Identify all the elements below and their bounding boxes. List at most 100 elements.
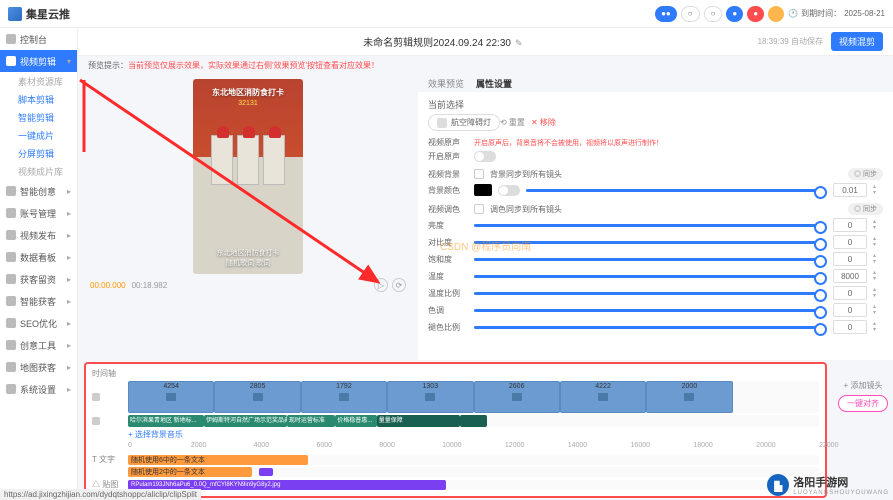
document-title[interactable]: 未命名剪辑规则2024.09.24 22:30✎ xyxy=(136,34,750,49)
slider-label-3: 温度 xyxy=(428,271,468,282)
slider-3[interactable] xyxy=(474,275,827,278)
video-clip-5[interactable]: 4222 xyxy=(560,381,646,413)
slider-4[interactable] xyxy=(474,292,827,295)
sidebar-item-9[interactable]: 地图获客▸ xyxy=(0,356,77,378)
slider-5[interactable] xyxy=(474,309,827,312)
slider-val-3[interactable]: 8000 xyxy=(833,269,867,283)
sidebar-item-4[interactable]: 数据看板▸ xyxy=(0,246,77,268)
mix-video-button[interactable]: 视频混剪 xyxy=(831,32,883,51)
stepper-6[interactable]: ▴▾ xyxy=(873,321,883,333)
sidebar-item-6[interactable]: 智能获客▸ xyxy=(0,290,77,312)
stepper-1[interactable]: ▴▾ xyxy=(873,236,883,248)
adj-sync-check[interactable] xyxy=(474,204,484,214)
remove-button[interactable]: ✕ 移除 xyxy=(531,118,556,127)
top-pill-4[interactable]: ● xyxy=(726,6,743,22)
slider-val-1[interactable]: 0 xyxy=(833,235,867,249)
selected-chip[interactable]: 航空障碍灯 xyxy=(428,114,500,131)
slider-val-6[interactable]: 0 xyxy=(833,320,867,334)
reset-button[interactable]: ⟲ 重置 xyxy=(500,118,525,127)
slider-val-4[interactable]: 0 xyxy=(833,286,867,300)
sidebar-console[interactable]: 控制台 xyxy=(0,28,77,50)
stepper-5[interactable]: ▴▾ xyxy=(873,304,883,316)
tab-properties[interactable]: 属性设置 xyxy=(476,77,512,90)
sticker-small[interactable] xyxy=(259,468,273,476)
sidebar-item-1[interactable]: 智能创意▸ xyxy=(0,180,77,202)
audio-clip-5[interactable] xyxy=(460,415,488,427)
sync-button-2[interactable]: ◎ 同步 xyxy=(848,203,883,215)
stepper-4[interactable]: ▴▾ xyxy=(873,287,883,299)
sidebar-item-video-edit[interactable]: 视频剪辑▾ xyxy=(0,50,77,72)
audio-clip-3[interactable]: 价格稳普惠... xyxy=(335,415,376,427)
sidebar-sub-split[interactable]: 分屏剪辑 xyxy=(0,144,77,162)
slider-6[interactable] xyxy=(474,326,827,329)
sidebar-item-10[interactable]: 系统设置▸ xyxy=(0,378,77,400)
video-track[interactable]: 4254280517921303260642222000 xyxy=(128,381,819,413)
bg-sync-check[interactable] xyxy=(474,169,484,179)
folder-icon xyxy=(684,393,694,401)
text-clip-2[interactable]: 随机使用2中的一条文本 xyxy=(128,467,252,477)
stepper-0[interactable]: ▴▾ xyxy=(873,219,883,231)
text-clip-1[interactable]: 随机使用6中的一条文本 xyxy=(128,455,308,465)
stepper-3[interactable]: ▴▾ xyxy=(873,270,883,282)
video-sub: 32131 xyxy=(238,100,257,107)
sticker-clip[interactable]: RPulam193JNh6aPu6_0.0Q_mfCYl8KYN9in9yG8y… xyxy=(128,480,446,490)
tab-preview[interactable]: 效果预览 xyxy=(428,77,464,90)
video-clip-2[interactable]: 1792 xyxy=(301,381,387,413)
video-caption: 东北地区消防食打卡随机歌词 歌词 xyxy=(193,248,303,268)
sticker-track[interactable]: RPulam193JNh6aPu6_0.0Q_mfCYl8KYN9in9yG8y… xyxy=(128,480,819,490)
play-button[interactable]: ▷ xyxy=(374,278,388,292)
track-label-text: T 文字 xyxy=(92,454,124,465)
top-pill-3[interactable]: ○ xyxy=(704,6,723,22)
align-button[interactable]: 一键对齐 xyxy=(838,395,888,412)
audio-track-icon xyxy=(92,417,100,425)
video-preview[interactable]: 东北地区消防食打卡 32131 东北地区消防食打卡随机歌词 歌词 xyxy=(193,79,303,274)
audio-track[interactable]: 哈尔滨果青地区 新地标...伊姆斯特河自然广场示范奖品典...现时运营标准价格稳… xyxy=(128,415,819,427)
top-pill-2[interactable]: ○ xyxy=(681,6,700,22)
audio-clip-1[interactable]: 伊姆斯特河自然广场示范奖品典... xyxy=(204,415,287,427)
sidebar-item-5[interactable]: 获客留资▸ xyxy=(0,268,77,290)
slider-val-2[interactable]: 0 xyxy=(833,252,867,266)
add-music-button[interactable]: + 选择背景音乐 xyxy=(128,429,819,440)
watermark-logo-icon xyxy=(767,474,789,496)
video-clip-4[interactable]: 2606 xyxy=(474,381,560,413)
sidebar-sub-oneclick[interactable]: 一键成片 xyxy=(0,126,77,144)
sidebar-item-8[interactable]: 创意工具▸ xyxy=(0,334,77,356)
audio-clip-0[interactable]: 哈尔滨果青地区 新地标... xyxy=(128,415,204,427)
slider-label-4: 温度比例 xyxy=(428,288,468,299)
bg-color-swatch[interactable] xyxy=(474,184,492,196)
sidebar-item-3[interactable]: 视频发布▸ xyxy=(0,224,77,246)
avatar[interactable] xyxy=(768,6,784,22)
edit-icon[interactable]: ✎ xyxy=(515,38,523,48)
bg-toggle[interactable] xyxy=(498,185,520,196)
top-pill-notif[interactable]: ● xyxy=(747,6,764,22)
sidebar-sub-script[interactable]: 脚本剪辑 xyxy=(0,90,77,108)
slider-2[interactable] xyxy=(474,258,827,261)
slider-val-0[interactable]: 0 xyxy=(833,218,867,232)
top-pill-1[interactable]: ●● xyxy=(655,6,677,22)
opacity-value[interactable]: 0.01 xyxy=(833,183,867,197)
sound-toggle[interactable] xyxy=(474,151,496,162)
sidebar-sub-smart[interactable]: 智能剪辑 xyxy=(0,108,77,126)
sync-button-1[interactable]: ◎ 同步 xyxy=(848,168,883,180)
slider-val-5[interactable]: 0 xyxy=(833,303,867,317)
video-clip-3[interactable]: 1303 xyxy=(387,381,473,413)
sidebar-item-7[interactable]: SEO优化▸ xyxy=(0,312,77,334)
sidebar-item-2[interactable]: 账号管理▸ xyxy=(0,202,77,224)
loop-button[interactable]: ⟳ xyxy=(392,278,406,292)
opacity-slider[interactable] xyxy=(526,189,827,192)
audio-clip-4[interactable]: 量量保障 xyxy=(377,415,460,427)
text-track-2[interactable]: 随机使用2中的一条文本 xyxy=(128,467,819,477)
time-ruler: 0200040006000800010000120001400016000180… xyxy=(128,442,819,452)
video-clip-1[interactable]: 2805 xyxy=(214,381,300,413)
audio-clip-2[interactable]: 现时运营标准 xyxy=(287,415,335,427)
slider-0[interactable] xyxy=(474,224,827,227)
video-clip-0[interactable]: 4254 xyxy=(128,381,214,413)
add-shot-button[interactable]: + 添加镜头 xyxy=(844,380,883,391)
label-bg: 视频背景 xyxy=(428,169,468,180)
playhead-time: 00:00.000 xyxy=(90,281,126,290)
track-label-audio xyxy=(92,417,124,425)
video-clip-6[interactable]: 2000 xyxy=(646,381,732,413)
opacity-stepper[interactable]: ▴▾ xyxy=(873,184,883,196)
text-track-1[interactable]: 随机使用6中的一条文本 xyxy=(128,455,819,465)
stepper-2[interactable]: ▴▾ xyxy=(873,253,883,265)
